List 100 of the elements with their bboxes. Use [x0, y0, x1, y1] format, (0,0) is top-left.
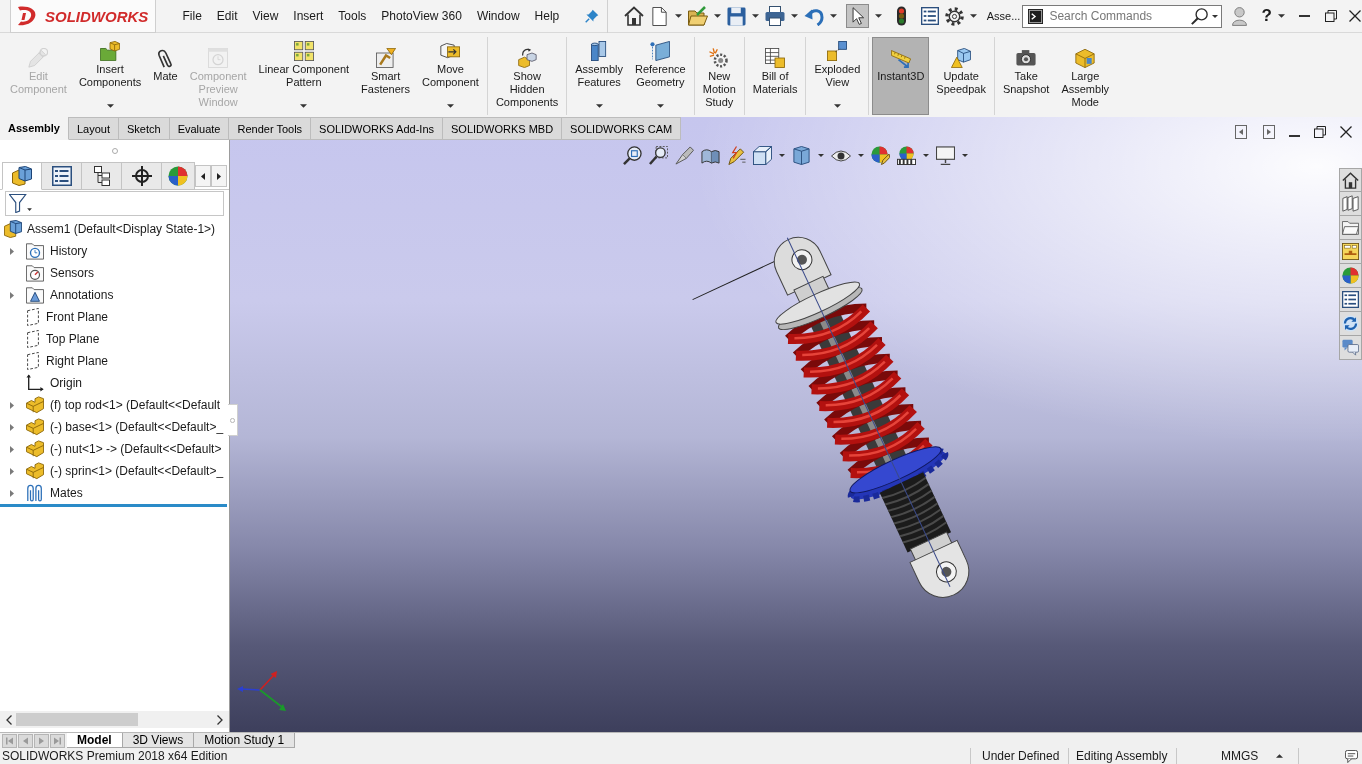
- ribbon-button[interactable]: Instant3D: [872, 37, 930, 115]
- pencil-lightning-icon[interactable]: [726, 146, 746, 165]
- units-selector[interactable]: MMGS: [1221, 749, 1259, 763]
- flyout-handle[interactable]: [228, 404, 238, 436]
- command-tab[interactable]: Evaluate: [169, 117, 230, 140]
- menu-item[interactable]: Window: [469, 9, 528, 23]
- restore-icon[interactable]: [1324, 10, 1337, 22]
- undo-arrow-icon[interactable]: [803, 6, 824, 26]
- magnifier-icon[interactable]: [622, 146, 642, 165]
- close-icon[interactable]: [1348, 10, 1361, 22]
- grip-icon[interactable]: [111, 148, 118, 154]
- ribbon-button[interactable]: Reference Geometry: [629, 37, 691, 115]
- command-tab[interactable]: Sketch: [119, 117, 170, 140]
- gear-icon[interactable]: [944, 6, 964, 26]
- expand-arrow-icon[interactable]: [9, 247, 14, 255]
- expand-arrow-icon[interactable]: [9, 467, 14, 475]
- monitor-icon[interactable]: [935, 146, 955, 165]
- scrollbar-thumb[interactable]: [16, 713, 138, 726]
- caret-icon[interactable]: [817, 154, 824, 157]
- caret-icon[interactable]: [751, 14, 759, 18]
- ribbon-button[interactable]: Exploded View: [809, 37, 866, 115]
- box-icon[interactable]: [791, 146, 811, 165]
- chevron-left-icon[interactable]: [6, 714, 12, 725]
- task-pane-tab[interactable]: [1339, 216, 1362, 240]
- tree-item[interactable]: (-) base<1> (Default<<Default>_: [50, 420, 224, 434]
- tree-item[interactable]: (-) sprin<1> (Default<<Default>_: [50, 464, 224, 478]
- menu-item[interactable]: Tools: [330, 9, 374, 23]
- home-icon[interactable]: [623, 6, 644, 26]
- caret-icon[interactable]: [857, 154, 864, 157]
- scroll-left-button[interactable]: [195, 165, 211, 187]
- pushpin-icon[interactable]: [584, 9, 599, 23]
- panel-left-icon[interactable]: [1235, 124, 1247, 139]
- menu-item[interactable]: PhotoView 360: [373, 9, 470, 23]
- panel-tab[interactable]: [122, 162, 162, 190]
- document-tab[interactable]: Motion Study 1: [194, 733, 296, 748]
- tree-item[interactable]: Right Plane: [46, 354, 109, 368]
- expand-arrow-icon[interactable]: [9, 423, 14, 431]
- scene-ball-icon[interactable]: [896, 146, 916, 165]
- command-tab[interactable]: SOLIDWORKS MBD: [443, 117, 563, 140]
- caret-icon[interactable]: [1276, 754, 1284, 758]
- close-icon[interactable]: [1340, 125, 1352, 138]
- menu-item[interactable]: Insert: [285, 9, 331, 23]
- tree-item[interactable]: Assem1 (Default<Display State-1>): [27, 222, 216, 236]
- ribbon-button[interactable]: Update Speedpak: [931, 37, 991, 115]
- magnifier-icon[interactable]: [648, 146, 668, 165]
- minimize-icon[interactable]: [1289, 134, 1300, 137]
- caret-icon[interactable]: [778, 154, 785, 157]
- caret-icon[interactable]: [1212, 14, 1219, 18]
- panel-tab[interactable]: [82, 162, 122, 190]
- caret-icon[interactable]: [922, 154, 929, 157]
- book-icon[interactable]: [700, 146, 720, 165]
- select-button[interactable]: [845, 4, 869, 28]
- tree-item[interactable]: Front Plane: [46, 310, 109, 324]
- caret-icon[interactable]: [1277, 14, 1285, 18]
- expand-arrow-icon[interactable]: [9, 401, 14, 409]
- caret-icon[interactable]: [961, 154, 968, 157]
- caret-icon[interactable]: [829, 14, 837, 18]
- task-pane-tab[interactable]: [1339, 240, 1362, 264]
- caret-icon[interactable]: [969, 14, 977, 18]
- ribbon-button[interactable]: Smart Fasteners: [356, 37, 416, 115]
- ribbon-button[interactable]: Assembly Features: [570, 37, 628, 115]
- panel-tab[interactable]: [42, 162, 82, 190]
- caret-icon[interactable]: [713, 14, 721, 18]
- printer-icon[interactable]: [764, 6, 785, 26]
- horizontal-scrollbar[interactable]: [0, 711, 229, 728]
- eye-icon[interactable]: [830, 148, 851, 163]
- scroll-right-button[interactable]: [211, 165, 227, 187]
- tree-item[interactable]: (-) nut<1> -> (Default<<Default>: [50, 442, 222, 456]
- help-button[interactable]: ?: [1261, 6, 1272, 26]
- task-pane-tab[interactable]: [1339, 264, 1362, 288]
- search-field[interactable]: Search Commands: [1022, 4, 1223, 28]
- task-pane-tab[interactable]: [1339, 312, 1362, 336]
- document-tab[interactable]: Model: [67, 733, 123, 748]
- tree-item[interactable]: Origin: [50, 376, 82, 390]
- ribbon-button[interactable]: Linear Component Pattern: [253, 37, 355, 115]
- caret-icon[interactable]: [874, 14, 882, 18]
- task-pane-tab[interactable]: [1339, 168, 1362, 192]
- pen-icon[interactable]: [674, 146, 694, 165]
- ribbon-button[interactable]: Show Hidden Components: [490, 37, 564, 115]
- user-icon[interactable]: [1232, 6, 1248, 26]
- command-tab[interactable]: Layout: [69, 117, 119, 140]
- ribbon-button[interactable]: Bill of Materials: [747, 37, 803, 115]
- menu-item[interactable]: View: [245, 9, 286, 23]
- menu-item[interactable]: Edit: [209, 9, 246, 23]
- chevron-right-icon[interactable]: [217, 714, 223, 725]
- ribbon-button[interactable]: Take Snapshot: [997, 37, 1055, 115]
- caret-icon[interactable]: [790, 14, 798, 18]
- list-icon[interactable]: [920, 7, 939, 25]
- tree-item[interactable]: (f) top rod<1> (Default<<Default: [50, 398, 221, 412]
- cube-icon[interactable]: [752, 146, 772, 165]
- menu-item[interactable]: File: [175, 9, 210, 23]
- expand-arrow-icon[interactable]: [9, 291, 14, 299]
- folder-arrow-icon[interactable]: [687, 6, 708, 26]
- command-tab[interactable]: Render Tools: [229, 117, 312, 140]
- ribbon-button[interactable]: Insert Components: [73, 37, 147, 115]
- menu-item[interactable]: Help: [527, 9, 567, 23]
- ribbon-button[interactable]: Move Component: [417, 37, 484, 115]
- document-tab[interactable]: 3D Views: [122, 733, 195, 748]
- ribbon-button[interactable]: Large Assembly Mode: [1056, 37, 1115, 115]
- panel-right-icon[interactable]: [1263, 124, 1275, 139]
